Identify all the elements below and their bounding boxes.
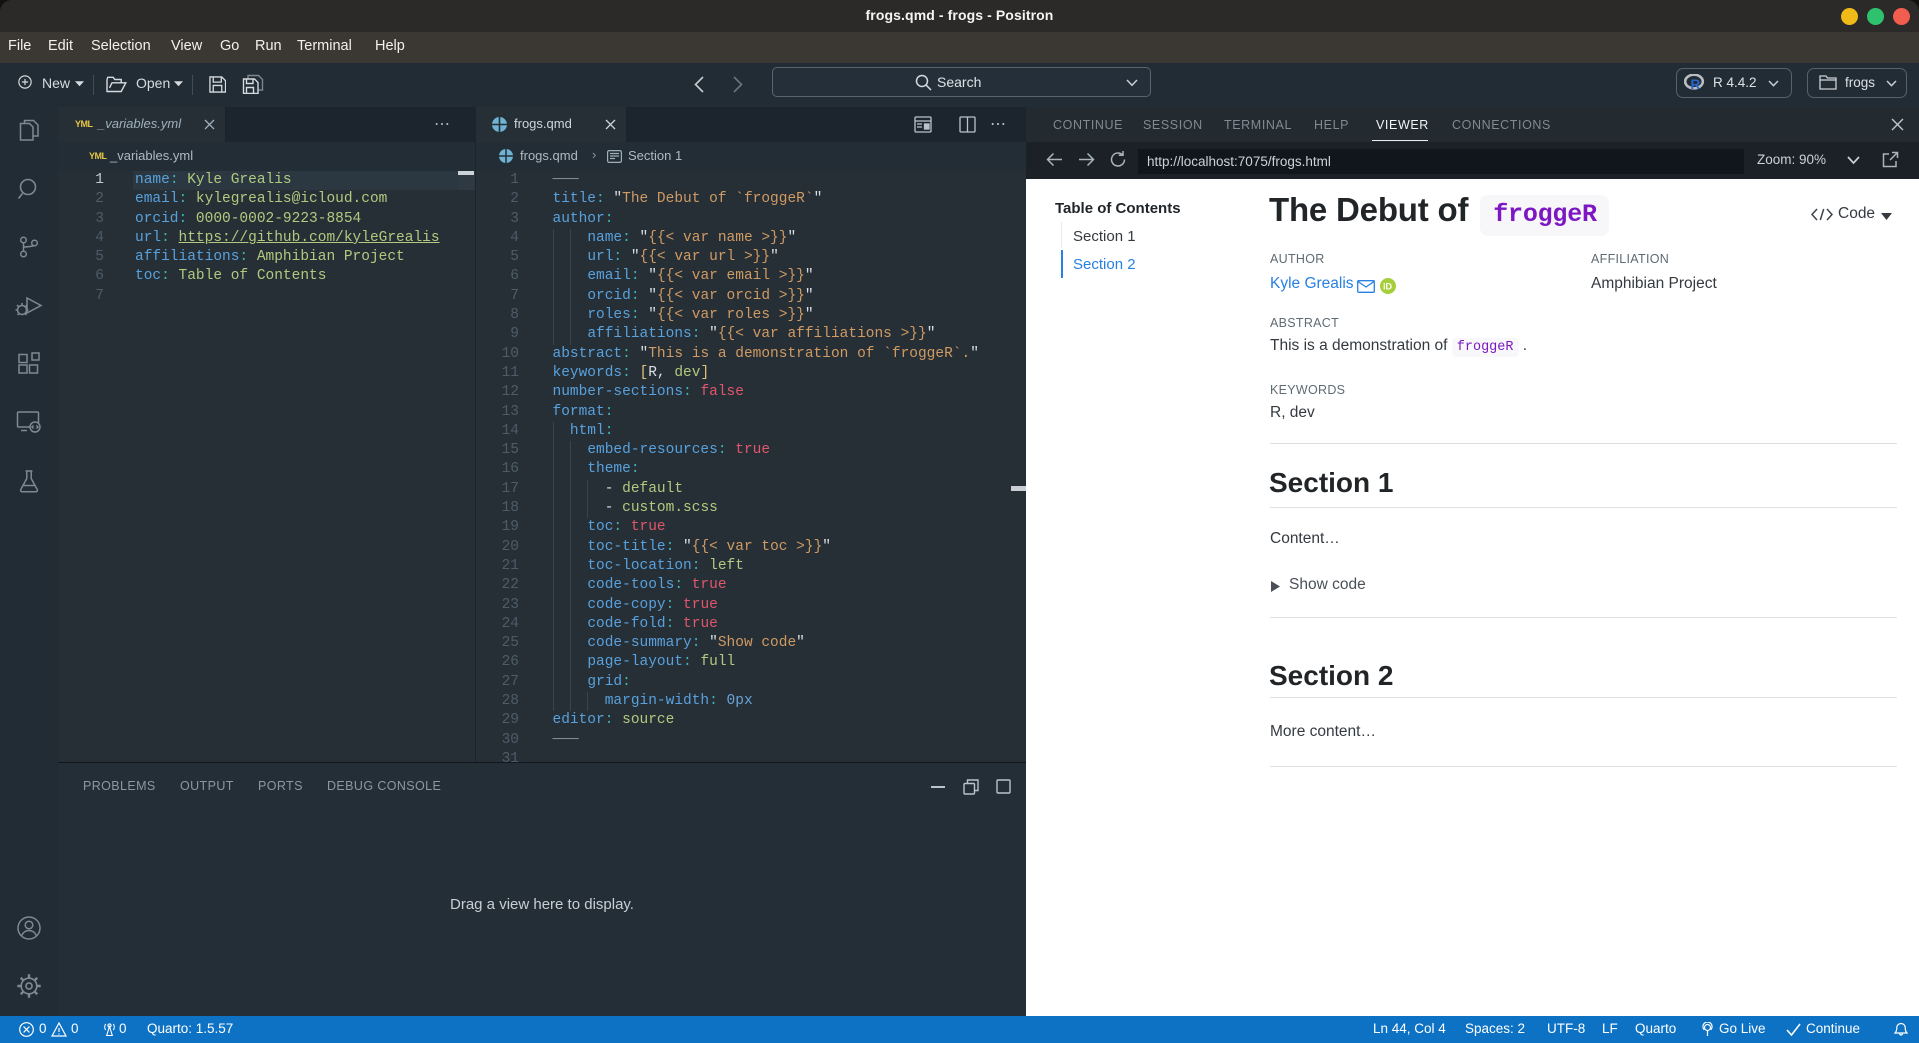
svg-text:iD: iD xyxy=(1383,282,1393,292)
svg-text:R: R xyxy=(1691,77,1701,92)
